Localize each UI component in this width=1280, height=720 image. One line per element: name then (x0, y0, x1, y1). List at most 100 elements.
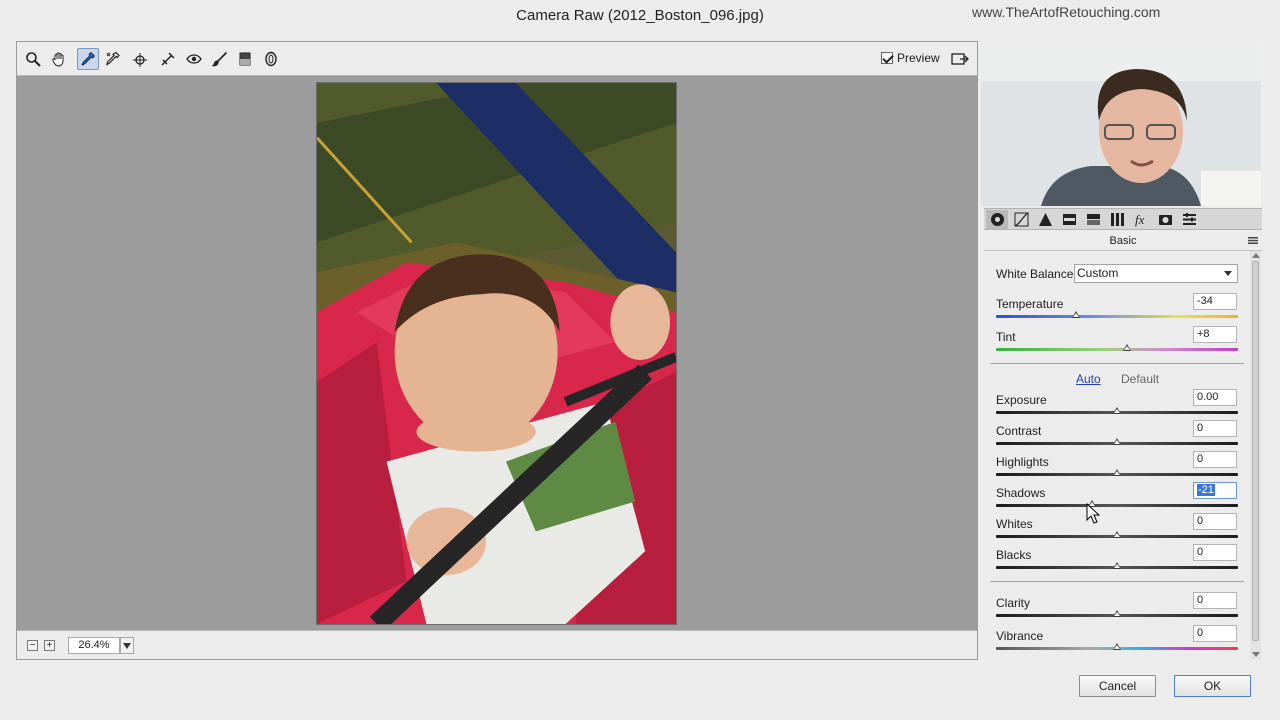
preview-label: Preview (897, 51, 940, 65)
spot-removal-tool[interactable] (183, 48, 205, 70)
scroll-down-icon[interactable] (1252, 652, 1260, 657)
brush-icon (212, 51, 228, 67)
highlights-slider[interactable]: Highlights 0 (996, 451, 1238, 485)
whites-slider[interactable]: Whites 0 (996, 513, 1238, 547)
highlights-thumb[interactable] (1113, 469, 1121, 476)
tab-hsl[interactable] (1058, 210, 1080, 229)
tab-tone-curve[interactable] (1010, 210, 1032, 229)
divider (990, 581, 1244, 582)
contrast-value[interactable]: 0 (1193, 420, 1237, 437)
ok-button[interactable]: OK (1174, 675, 1251, 697)
target-adjust-icon (133, 53, 147, 67)
zoom-level-field[interactable]: 26.4% (68, 637, 120, 654)
zoom-dropdown[interactable] (120, 637, 134, 654)
targeted-adjustment-tool[interactable] (129, 48, 151, 70)
fullscreen-icon[interactable] (950, 50, 970, 68)
auto-link[interactable]: Auto (1076, 372, 1101, 386)
radial-filter-icon (265, 51, 277, 67)
tab-effects[interactable]: fx (1130, 210, 1152, 229)
cancel-button[interactable]: Cancel (1079, 675, 1156, 697)
tint-label: Tint (996, 330, 1016, 344)
tint-value[interactable]: +8 (1193, 326, 1237, 343)
vibrance-value[interactable]: 0 (1193, 625, 1237, 642)
white-balance-tool[interactable] (77, 48, 99, 70)
zoom-tool[interactable] (22, 48, 44, 70)
tab-detail[interactable] (1034, 210, 1056, 229)
basic-icon (990, 213, 1004, 226)
tab-presets[interactable] (1178, 210, 1200, 229)
tab-split-toning[interactable] (1082, 210, 1104, 229)
white-balance-select[interactable]: Custom (1074, 264, 1238, 283)
clarity-value[interactable]: 0 (1193, 592, 1237, 609)
blacks-thumb[interactable] (1113, 562, 1121, 569)
image-viewer: Preview − + 26.4% (16, 41, 978, 660)
camera-calibration-icon (1158, 215, 1172, 225)
tab-camera-calibration[interactable] (1154, 210, 1176, 229)
temperature-label: Temperature (996, 297, 1064, 311)
title-bar: Camera Raw (2012_Boston_096.jpg) www.The… (0, 0, 1280, 34)
whites-label: Whites (996, 517, 1033, 531)
blacks-slider[interactable]: Blacks 0 (996, 544, 1238, 578)
tint-thumb[interactable] (1122, 344, 1131, 351)
zoom-icon (26, 52, 41, 67)
crop-tool[interactable] (157, 48, 179, 70)
radial-filter-tool[interactable] (260, 48, 282, 70)
crop-icon (161, 52, 175, 66)
zoom-in-button[interactable]: + (44, 640, 55, 651)
blacks-value[interactable]: 0 (1193, 544, 1237, 561)
temperature-value[interactable]: -34 (1193, 293, 1237, 310)
status-bar: − + 26.4% (17, 630, 977, 659)
whites-value[interactable]: 0 (1193, 513, 1237, 530)
preview-toggle[interactable]: Preview (881, 51, 940, 65)
panel-title-text: Basic (1109, 235, 1137, 247)
tab-basic[interactable] (986, 210, 1008, 229)
hand-icon (52, 52, 64, 67)
tint-slider[interactable]: Tint +8 (996, 326, 1238, 360)
graduated-filter-icon (239, 52, 251, 66)
exposure-value[interactable]: 0.00 (1193, 389, 1237, 406)
vibrance-thumb[interactable] (1113, 643, 1121, 650)
panel-scrollbar[interactable] (1250, 251, 1261, 659)
tint-track[interactable] (996, 348, 1238, 351)
shadows-track[interactable] (996, 504, 1238, 507)
image-canvas[interactable] (17, 77, 977, 630)
exposure-label: Exposure (996, 393, 1047, 407)
contrast-slider[interactable]: Contrast 0 (996, 420, 1238, 454)
effects-icon: fx (1135, 212, 1145, 227)
preview-checkbox[interactable] (881, 52, 893, 64)
eyedropper-icon (81, 51, 96, 66)
panel-tab-strip: fx (984, 208, 1262, 230)
color-sampler-tool[interactable] (102, 48, 124, 70)
contrast-thumb[interactable] (1113, 438, 1121, 445)
shadows-value[interactable]: -21 (1193, 482, 1237, 499)
shadows-slider[interactable]: Shadows -21 (996, 482, 1238, 516)
shadows-label: Shadows (996, 486, 1046, 500)
clarity-slider[interactable]: Clarity 0 (996, 592, 1238, 626)
scroll-up-icon[interactable] (1252, 253, 1260, 258)
whites-thumb[interactable] (1113, 531, 1121, 538)
split-toning-icon (1086, 214, 1100, 225)
vibrance-slider[interactable]: Vibrance 0 (996, 625, 1238, 659)
zoom-out-button[interactable]: − (27, 640, 38, 651)
adjustment-brush-tool[interactable] (209, 48, 231, 70)
mouse-cursor-icon (1086, 503, 1100, 524)
presets-icon (1182, 213, 1196, 225)
tone-curve-icon (1014, 212, 1028, 227)
contrast-label: Contrast (996, 424, 1042, 438)
exposure-thumb[interactable] (1113, 407, 1121, 414)
scrollbar-thumb[interactable] (1252, 261, 1259, 641)
exposure-slider[interactable]: Exposure 0.00 (996, 389, 1238, 423)
hand-tool[interactable] (48, 48, 70, 70)
highlights-value[interactable]: 0 (1193, 451, 1237, 468)
temperature-thumb[interactable] (1071, 311, 1080, 318)
temperature-slider[interactable]: Temperature -34 (996, 293, 1238, 327)
divider (990, 363, 1244, 364)
default-link[interactable]: Default (1121, 372, 1159, 386)
graduated-filter-tool[interactable] (234, 48, 256, 70)
temperature-track[interactable] (996, 315, 1238, 318)
presenter-webcam (981, 41, 1261, 206)
clarity-thumb[interactable] (1113, 610, 1121, 617)
tab-lens-corrections[interactable] (1106, 210, 1128, 229)
panel-menu-icon[interactable] (1248, 237, 1258, 244)
chevron-down-icon (123, 642, 131, 649)
